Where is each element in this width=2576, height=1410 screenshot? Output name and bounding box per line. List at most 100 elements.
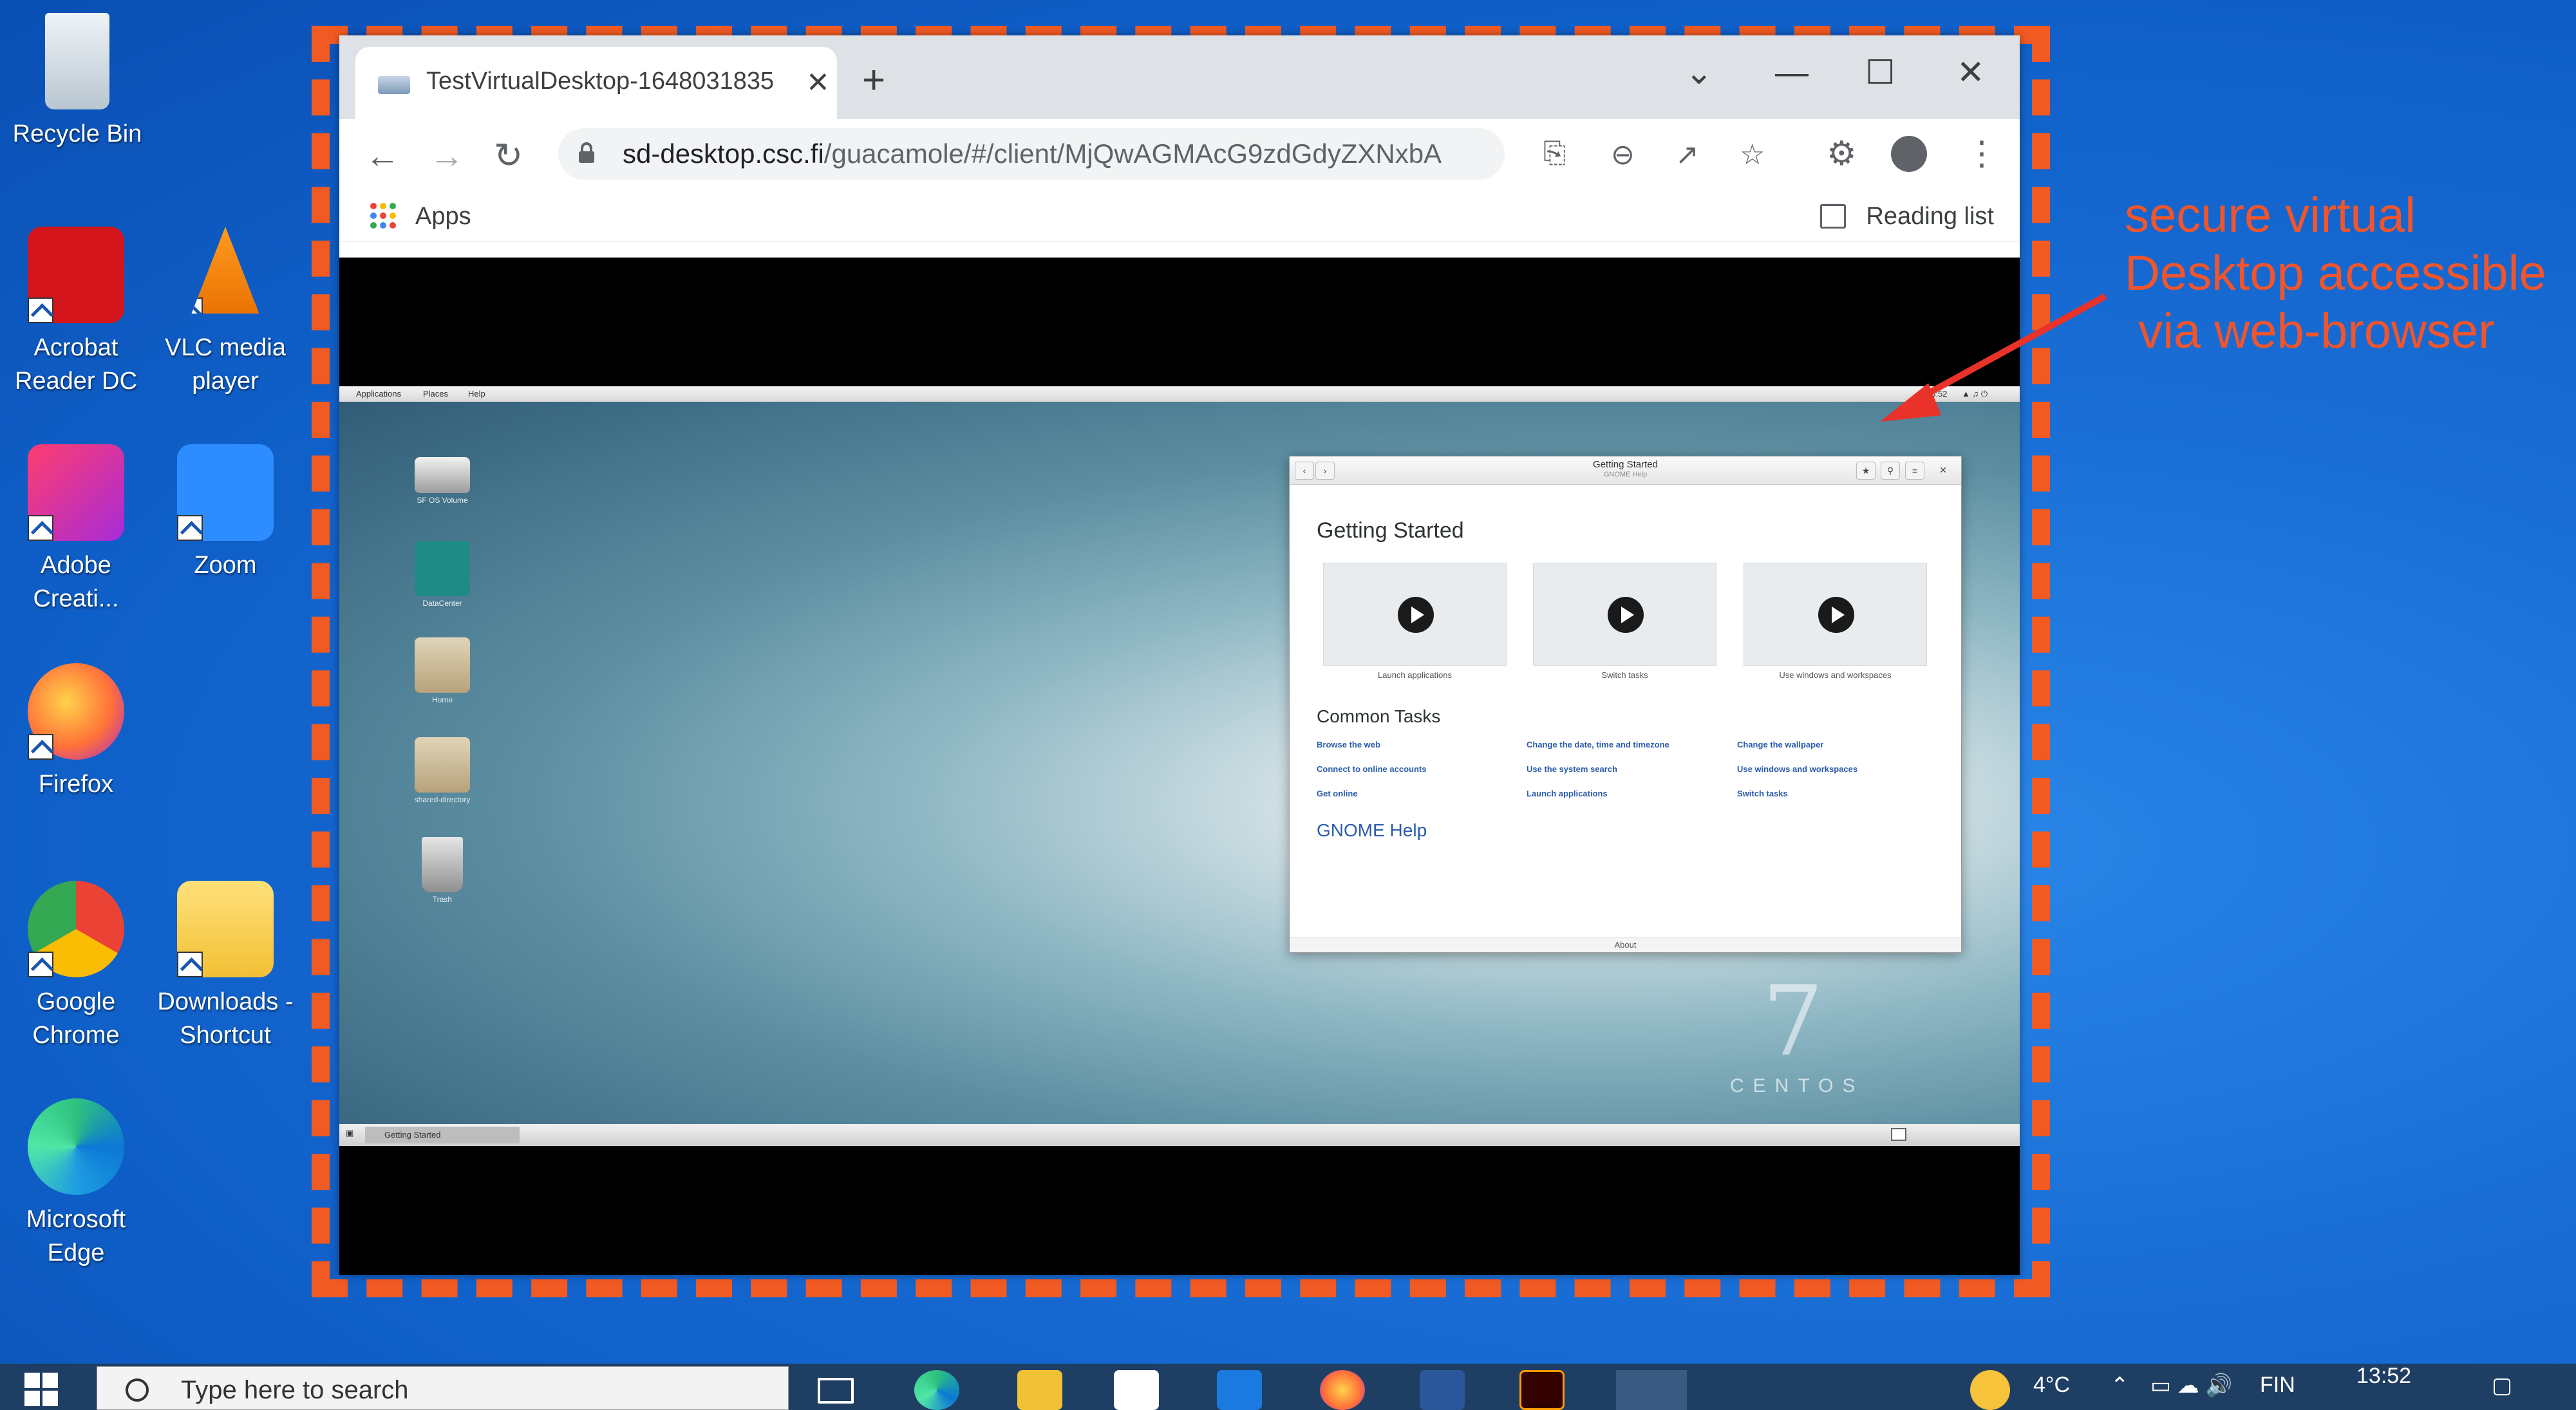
- vlc-cone-icon: [191, 227, 259, 314]
- file-explorer-icon[interactable]: [1017, 1370, 1062, 1410]
- help-window-header: ‹ › Getting Started GNOME Help ★ ⚲ ≡ ✕: [1290, 456, 1961, 485]
- apps-dot: [370, 222, 377, 229]
- profile-avatar-icon[interactable]: [1891, 136, 1927, 172]
- play-icon[interactable]: [1398, 597, 1434, 633]
- illustrator-icon[interactable]: [1519, 1370, 1565, 1410]
- browser-menu-icon[interactable]: ⋮: [1965, 135, 1998, 173]
- shortcut-arrow-icon: [28, 952, 53, 977]
- workspace-switcher[interactable]: [1891, 1128, 1906, 1141]
- task-link[interactable]: Switch tasks: [1737, 789, 1788, 798]
- tray-icons[interactable]: ▭ ☁ 🔊: [2150, 1373, 2232, 1398]
- task-link[interactable]: Browse the web: [1317, 740, 1380, 749]
- desktop-icon-vlc[interactable]: VLC media player: [148, 227, 303, 398]
- task-link[interactable]: Use the system search: [1527, 764, 1617, 774]
- gnome-desktop-icon[interactable]: shared-directory: [397, 737, 487, 804]
- clipboard-icon[interactable]: ⎘: [1543, 137, 1566, 169]
- share-icon[interactable]: ↗: [1675, 138, 1699, 171]
- play-icon[interactable]: [1818, 597, 1854, 633]
- acrobat-icon: [28, 227, 124, 323]
- reading-list-button[interactable]: Reading list: [1866, 203, 1994, 230]
- desktop-icon-edge[interactable]: Microsoft Edge: [0, 1098, 153, 1270]
- task-view-icon[interactable]: [818, 1378, 854, 1404]
- help-bookmark-button[interactable]: ★: [1856, 462, 1876, 480]
- task-link[interactable]: Connect to online accounts: [1317, 764, 1426, 774]
- maximize-button[interactable]: ☐: [1865, 53, 1895, 92]
- task-link[interactable]: Use windows and workspaces: [1737, 764, 1857, 774]
- browser-tab[interactable]: TestVirtualDesktop-1648031835 ✕: [355, 47, 837, 119]
- desktop-icon-label: Adobe Creati...: [33, 552, 119, 612]
- gnome-desktop-icon[interactable]: Home: [397, 637, 487, 704]
- apps-link[interactable]: Apps: [415, 203, 471, 230]
- remote-desktop-viewport[interactable]: Applications Places Help 13:52 ▲ ♫ ⏻ SF …: [339, 258, 2020, 1275]
- tab-close-icon[interactable]: ✕: [806, 66, 830, 99]
- gnome-help-link[interactable]: GNOME Help: [1317, 820, 1427, 841]
- tray-chevron-icon[interactable]: ⌃: [2111, 1373, 2129, 1398]
- chrome-taskbar-icon[interactable]: [1616, 1370, 1687, 1410]
- firefox-taskbar-icon[interactable]: [1320, 1370, 1365, 1410]
- lock-icon: [579, 142, 594, 163]
- gnome-desktop-icon[interactable]: DataCenter: [397, 541, 487, 608]
- zoom-out-icon[interactable]: ⊖: [1611, 138, 1635, 171]
- downloads-folder-icon: [177, 881, 274, 977]
- centos-version-numeral: 7: [1762, 966, 1824, 1078]
- show-desktop-icon[interactable]: ▣: [346, 1128, 353, 1138]
- start-button[interactable]: [24, 1373, 58, 1406]
- play-icon[interactable]: [1608, 597, 1644, 633]
- mail-icon[interactable]: [1217, 1370, 1262, 1410]
- minimize-button[interactable]: —: [1775, 53, 1809, 92]
- help-menu-button[interactable]: ≡: [1905, 462, 1924, 480]
- gnome-help-window[interactable]: ‹ › Getting Started GNOME Help ★ ⚲ ≡ ✕ G…: [1289, 456, 1962, 953]
- forward-button[interactable]: →: [429, 138, 464, 173]
- extensions-icon[interactable]: ⚙: [1827, 135, 1857, 173]
- reading-list-icon[interactable]: [1820, 204, 1846, 229]
- apps-grid-icon[interactable]: [370, 203, 396, 229]
- desktop-icon-zoom[interactable]: Zoom: [148, 444, 303, 582]
- desktop-icon-firefox[interactable]: Firefox: [0, 663, 153, 801]
- cloud-folder-icon: [415, 541, 470, 596]
- store-icon[interactable]: [1114, 1370, 1159, 1410]
- gnome-desktop-icon[interactable]: Trash: [397, 837, 487, 904]
- video-launch-applications[interactable]: [1323, 563, 1507, 666]
- places-menu[interactable]: Places: [423, 389, 448, 399]
- task-link[interactable]: Get online: [1317, 789, 1358, 798]
- edge-taskbar-icon[interactable]: [914, 1370, 959, 1410]
- bookmark-star-icon[interactable]: ☆: [1740, 138, 1765, 171]
- task-link[interactable]: Change the date, time and timezone: [1527, 740, 1669, 749]
- centos-desktop[interactable]: Applications Places Help 13:52 ▲ ♫ ⏻ SF …: [339, 386, 2020, 1146]
- desktop-icon-label: Firefox: [38, 771, 114, 798]
- desktop-icon-chrome[interactable]: Google Chrome: [0, 881, 153, 1052]
- notifications-icon[interactable]: ▢: [2492, 1373, 2512, 1398]
- taskbar-window-getting-started[interactable]: Getting Started: [365, 1127, 520, 1143]
- annotation-line: Desktop accessible: [2125, 246, 2546, 301]
- applications-menu[interactable]: Applications: [356, 389, 401, 399]
- help-search-button[interactable]: ⚲: [1881, 462, 1900, 480]
- video-switch-tasks[interactable]: [1533, 563, 1716, 666]
- gnome-desktop-icon[interactable]: SF OS Volume: [397, 444, 487, 505]
- desktop-icon-acrobat[interactable]: Acrobat Reader DC: [0, 227, 153, 398]
- home-folder-icon: [415, 637, 470, 693]
- desktop-icon-downloads[interactable]: Downloads - Shortcut: [148, 881, 303, 1052]
- windows-logo-tile: [42, 1391, 58, 1406]
- word-icon[interactable]: [1420, 1370, 1465, 1410]
- video-windows-workspaces[interactable]: [1744, 563, 1927, 666]
- gnome-icon-label: Home: [431, 695, 453, 704]
- close-window-button[interactable]: ✕: [1957, 53, 1985, 92]
- weather-icon[interactable]: [1970, 1370, 2010, 1410]
- tab-search-icon[interactable]: ⌄: [1685, 53, 1713, 92]
- taskbar-clock[interactable]: 13:52: [2356, 1364, 2411, 1389]
- address-bar[interactable]: sd-desktop.csc.fi/guacamole/#/client/MjQ…: [558, 128, 1765, 180]
- task-link[interactable]: Change the wallpaper: [1737, 740, 1823, 749]
- language-indicator[interactable]: FIN: [2260, 1373, 2295, 1398]
- taskbar-search[interactable]: Type here to search: [97, 1366, 789, 1410]
- help-close-button[interactable]: ✕: [1933, 462, 1953, 480]
- desktop-icon-recycle-bin[interactable]: Recycle Bin: [0, 13, 155, 151]
- desktop-icon-label: Acrobat Reader DC: [14, 334, 138, 395]
- reload-button[interactable]: ↻: [494, 138, 523, 173]
- desktop-icon-adobe-cc[interactable]: Adobe Creati...: [0, 444, 153, 616]
- help-menu[interactable]: Help: [468, 389, 485, 399]
- about-button[interactable]: About: [1290, 937, 1961, 952]
- back-button[interactable]: ←: [365, 138, 400, 173]
- new-tab-button[interactable]: +: [862, 61, 885, 100]
- task-link[interactable]: Launch applications: [1527, 789, 1608, 798]
- weather-temp[interactable]: 4°C: [2033, 1373, 2070, 1398]
